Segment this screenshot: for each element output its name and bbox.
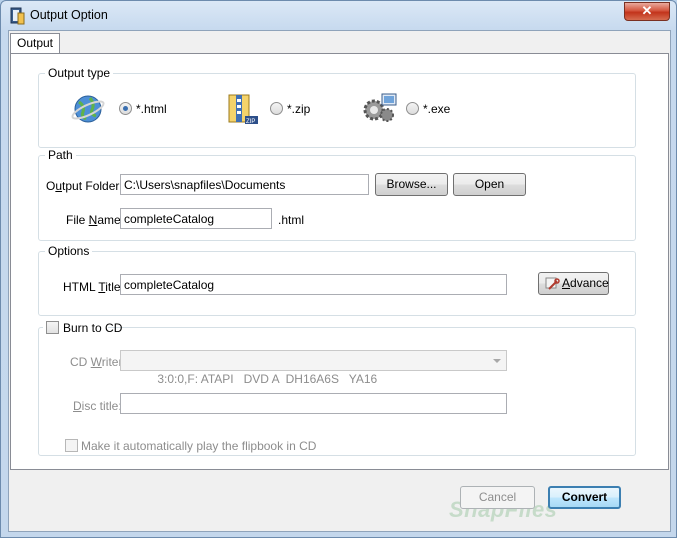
- gears-computer-icon: [362, 90, 400, 126]
- exe-radio[interactable]: [406, 102, 419, 115]
- burn-to-cd-checkbox[interactable]: [46, 321, 59, 334]
- globe-icon: [70, 92, 106, 126]
- html-radio[interactable]: [119, 102, 132, 115]
- wrench-settings-icon: [544, 276, 560, 292]
- cancel-button[interactable]: Cancel: [460, 486, 535, 509]
- html-radio-label[interactable]: *.html: [136, 102, 167, 116]
- output-option-window: Output Option ✕ Output Output type *.htm…: [0, 0, 677, 538]
- close-button[interactable]: ✕: [624, 2, 670, 21]
- output-type-group: Output type *.html ZIP *.zip *.exe: [38, 66, 636, 148]
- path-group-title: Path: [45, 148, 76, 162]
- browse-button[interactable]: Browse...: [375, 173, 448, 196]
- svg-text:ZIP: ZIP: [246, 119, 255, 125]
- html-title-input[interactable]: [120, 274, 507, 295]
- app-icon: [9, 7, 25, 25]
- output-folder-label: Output Folder:: [46, 179, 123, 193]
- exe-radio-label[interactable]: *.exe: [423, 102, 450, 116]
- path-group: Path Output Folder: Browse... Open File …: [38, 148, 636, 241]
- dialog-client-area: Output Output type *.html ZIP *.zip *.ex…: [8, 30, 671, 532]
- disc-title-input[interactable]: [120, 393, 507, 414]
- open-button[interactable]: Open: [453, 173, 526, 196]
- output-tab-panel: Output type *.html ZIP *.zip *.exe Path …: [10, 53, 669, 470]
- chevron-down-icon: [493, 359, 501, 363]
- autoplay-label: Make it automatically play the flipbook …: [81, 439, 317, 453]
- cd-writer-label: CD Writer: [70, 355, 123, 369]
- burn-to-cd-label[interactable]: Burn to CD: [63, 321, 122, 335]
- file-name-label: File Name:: [66, 213, 125, 227]
- html-title-label: HTML Title:: [63, 280, 124, 294]
- zip-radio[interactable]: [270, 102, 283, 115]
- zip-archive-icon: ZIP: [226, 92, 260, 126]
- options-group-title: Options: [45, 244, 93, 258]
- output-folder-input[interactable]: [120, 174, 369, 195]
- burn-to-cd-group: Burn to CD CD Writer 3:0:0,F: ATAPI DVD …: [38, 320, 636, 456]
- cd-writer-value: 3:0:0,F: ATAPI DVD A DH16A6S YA16: [157, 372, 378, 386]
- convert-button[interactable]: Convert: [548, 486, 621, 509]
- zip-radio-label[interactable]: *.zip: [287, 102, 310, 116]
- autoplay-checkbox[interactable]: [65, 439, 78, 452]
- window-title: Output Option: [30, 8, 108, 22]
- options-group: Options HTML Title: Advance: [38, 244, 636, 316]
- tab-output-label: Output: [16, 36, 54, 50]
- file-name-input[interactable]: [120, 208, 272, 229]
- advance-button[interactable]: Advance: [538, 272, 609, 295]
- close-icon: ✕: [641, 3, 653, 18]
- cd-writer-select[interactable]: 3:0:0,F: ATAPI DVD A DH16A6S YA16: [120, 350, 507, 386]
- disc-title-label: Disc title:: [73, 399, 122, 413]
- title-bar[interactable]: Output Option ✕: [1, 1, 676, 31]
- file-extension-label: .html: [278, 213, 305, 227]
- burn-to-cd-header: Burn to CD: [43, 320, 122, 336]
- output-type-group-title: Output type: [45, 66, 114, 80]
- tab-output[interactable]: Output: [10, 33, 60, 54]
- advance-button-label: Advance: [562, 276, 609, 290]
